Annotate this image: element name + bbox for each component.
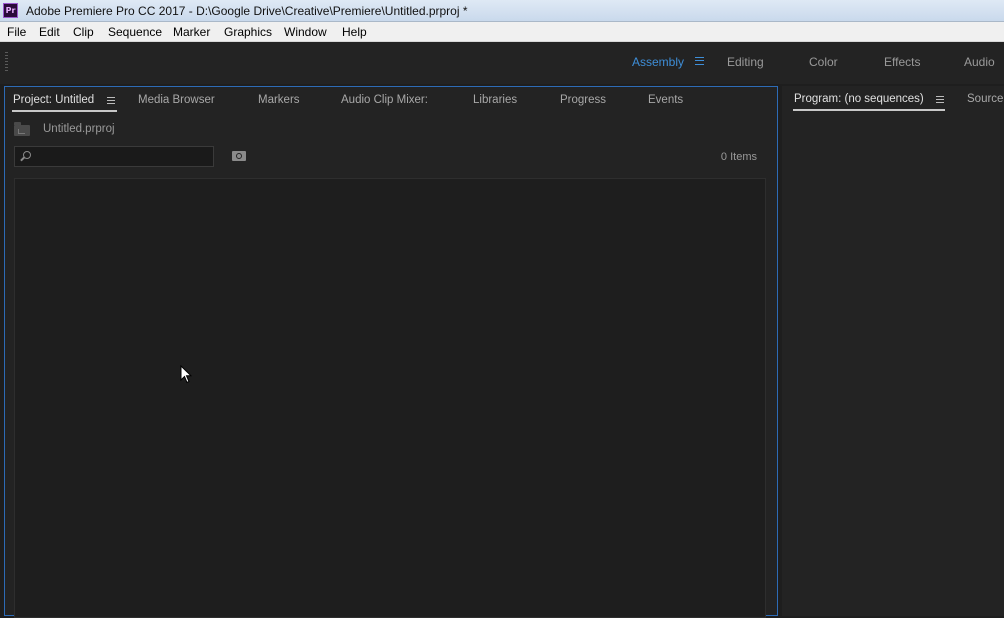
menu-sequence[interactable]: Sequence bbox=[108, 25, 162, 39]
menu-window[interactable]: Window bbox=[284, 25, 327, 39]
menu-marker[interactable]: Marker bbox=[173, 25, 210, 39]
menu-edit[interactable]: Edit bbox=[39, 25, 60, 39]
drag-grip-icon[interactable] bbox=[5, 52, 8, 72]
tab-source[interactable]: Source: bbox=[967, 93, 1004, 105]
workspace-tab-audio[interactable]: Audio bbox=[964, 55, 995, 69]
find-icon[interactable] bbox=[232, 151, 246, 161]
project-panel: Project: Untitled Media Browser Markers … bbox=[4, 86, 778, 618]
menu-clip[interactable]: Clip bbox=[73, 25, 94, 39]
workspace-bar: Assembly Editing Color Effects Audio bbox=[0, 42, 1004, 84]
tab-libraries[interactable]: Libraries bbox=[473, 94, 517, 106]
workspace-tab-assembly[interactable]: Assembly bbox=[632, 55, 684, 69]
tab-events[interactable]: Events bbox=[648, 94, 683, 106]
program-active-tab-underline bbox=[793, 109, 945, 111]
tab-media-browser[interactable]: Media Browser bbox=[138, 94, 215, 106]
tab-project-untitled[interactable]: Project: Untitled bbox=[13, 94, 94, 106]
menu-help[interactable]: Help bbox=[342, 25, 367, 39]
tab-program[interactable]: Program: (no sequences) bbox=[794, 93, 924, 105]
tab-audio-clip-mixer[interactable]: Audio Clip Mixer: bbox=[341, 94, 428, 106]
workspace-tab-color[interactable]: Color bbox=[809, 55, 838, 69]
workspace-tab-editing[interactable]: Editing bbox=[727, 55, 764, 69]
search-input[interactable] bbox=[14, 146, 214, 167]
items-count: 0 Items bbox=[720, 151, 757, 163]
workspace-tab-effects[interactable]: Effects bbox=[884, 55, 920, 69]
window-title-bar: Pr Adobe Premiere Pro CC 2017 - D:\Googl… bbox=[0, 0, 1004, 22]
panel-menu-icon[interactable] bbox=[107, 97, 115, 104]
active-tab-underline bbox=[12, 110, 117, 112]
project-items-list[interactable] bbox=[14, 178, 766, 618]
project-file-name: Untitled.prproj bbox=[43, 123, 115, 135]
menu-bar: File Edit Clip Sequence Marker Graphics … bbox=[0, 22, 1004, 42]
premiere-app-icon: Pr bbox=[3, 3, 18, 18]
menu-file[interactable]: File bbox=[7, 25, 26, 39]
tab-progress[interactable]: Progress bbox=[560, 94, 606, 106]
search-icon bbox=[23, 151, 31, 159]
workspace-menu-icon[interactable] bbox=[695, 57, 704, 65]
program-panel-menu-icon[interactable] bbox=[936, 96, 944, 103]
project-folder-icon bbox=[14, 122, 30, 136]
mouse-pointer-icon bbox=[180, 365, 192, 384]
program-monitor-panel: Program: (no sequences) Source: bbox=[782, 86, 1004, 616]
tab-markers[interactable]: Markers bbox=[258, 94, 300, 106]
window-title: Adobe Premiere Pro CC 2017 - D:\Google D… bbox=[26, 4, 468, 18]
menu-graphics[interactable]: Graphics bbox=[224, 25, 272, 39]
